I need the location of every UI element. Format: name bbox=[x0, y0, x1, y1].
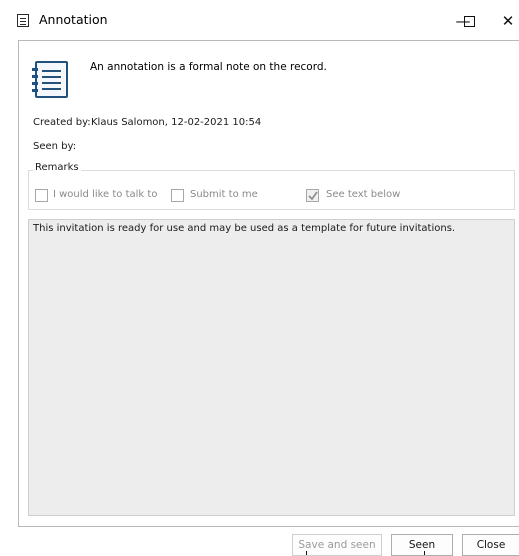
checkmark-icon bbox=[308, 191, 318, 201]
cursor-tick bbox=[306, 551, 307, 555]
close-button[interactable]: Close bbox=[462, 534, 519, 556]
close-window-button[interactable]: ✕ bbox=[497, 8, 519, 34]
maximize-icon bbox=[463, 16, 475, 27]
created-by-value: Klaus Salomon, 12-02-2021 10:54 bbox=[91, 117, 262, 128]
see-text-below-label: See text below bbox=[326, 189, 401, 200]
notebook-icon bbox=[32, 61, 68, 98]
created-by-label: Created by: bbox=[33, 117, 91, 128]
window-title: Annotation bbox=[39, 12, 108, 27]
remarks-group-title: Remarks bbox=[33, 162, 81, 173]
notes-app-icon bbox=[17, 14, 29, 27]
annotation-description: An annotation is a formal note on the re… bbox=[90, 61, 327, 73]
cursor-tick bbox=[424, 551, 425, 555]
annotation-text-area[interactable] bbox=[28, 219, 515, 516]
submit-to-me-label: Submit to me bbox=[190, 189, 258, 200]
submit-to-me-checkbox[interactable] bbox=[171, 189, 184, 202]
annotation-text: This invitation is ready for use and may… bbox=[33, 223, 456, 234]
maximize-button[interactable] bbox=[449, 8, 489, 34]
seen-by-label: Seen by: bbox=[33, 141, 77, 152]
talk-to-label: I would like to talk to bbox=[53, 189, 158, 200]
seen-button[interactable]: Seen bbox=[391, 534, 453, 556]
see-text-below-checkbox[interactable] bbox=[306, 189, 319, 202]
talk-to-checkbox[interactable] bbox=[35, 189, 48, 202]
